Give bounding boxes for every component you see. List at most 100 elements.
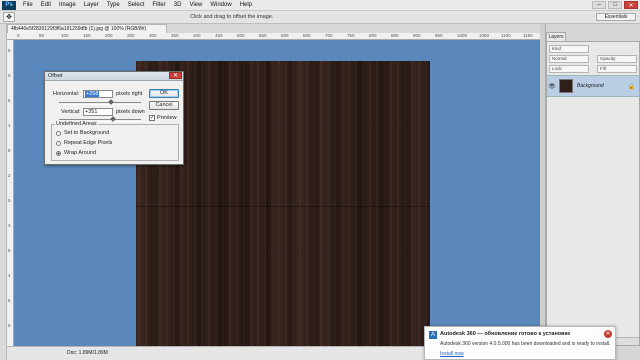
workspace-switcher[interactable]: Essentials [596, 13, 636, 21]
radio-wrap-around[interactable] [56, 151, 61, 156]
preview-label: Preview [157, 115, 177, 121]
notification-body: Autodesk 360 version 4.0.5.000 has been … [440, 341, 611, 347]
ruler-horizontal: 0 50 100 150 200 250 300 350 400 450 500 550 600 650 7… [7, 33, 540, 40]
menu-image[interactable]: Image [55, 2, 80, 8]
ruler-tick-label: 5 [8, 148, 11, 153]
dialog-close-button[interactable]: ✕ [169, 72, 182, 79]
ruler-tick-label: 1000 [457, 33, 468, 38]
ruler-tick-label: 1150 [523, 33, 533, 38]
undefined-areas-group: Undefined Areas Set to Background Repeat… [51, 121, 179, 161]
ruler-tick-label: 50 [39, 33, 45, 38]
fill-field[interactable]: Fill: [597, 65, 637, 73]
options-bar: ✥ Click and drag to offset the image. Es… [0, 11, 640, 24]
layer-name: Background [577, 83, 604, 89]
ruler-tick-label: 850 [391, 33, 399, 38]
menu-edit[interactable]: Edit [37, 2, 55, 8]
layers-panel: Kind Normal Opacity: Lock: Fill: 👁 Backg… [546, 41, 640, 346]
update-notification: A Autodesk 360 — обновление готово к уст… [424, 326, 616, 360]
ruler-tick-label: 1050 [479, 33, 490, 38]
options-hint: Click and drag to offset the image. [190, 14, 274, 20]
ruler-tick-label: 0 [17, 33, 20, 38]
horizontal-slider[interactable] [59, 99, 141, 105]
ruler-tick-label: 550 [259, 33, 267, 38]
vertical-label: Vertical: [61, 109, 81, 115]
ruler-tick-label: 2 [8, 173, 11, 178]
ruler-tick-label: 500 [237, 33, 245, 38]
ruler-tick-label: 100 [61, 33, 69, 38]
layer-row-background[interactable]: 👁 Background 🔒 [547, 75, 639, 97]
toolbox[interactable] [0, 24, 7, 360]
minimize-button[interactable]: – [592, 1, 606, 9]
cancel-button[interactable]: Cancel [149, 101, 179, 110]
ruler-tick-label: 350 [171, 33, 179, 38]
notification-close-button[interactable]: ✕ [604, 330, 612, 338]
radio-repeat-edge-pixels[interactable] [56, 141, 61, 146]
offset-dialog: Offset ✕ Horizontal: +258 pixels right V… [44, 71, 184, 165]
ruler-tick-label: 400 [193, 33, 201, 38]
layer-filter-kind[interactable]: Kind [549, 45, 589, 53]
ruler-tick-label: 950 [435, 33, 443, 38]
ruler-tick-label: 5 [8, 298, 11, 303]
menu-view[interactable]: View [185, 2, 206, 8]
ruler-tick-label: 300 [149, 33, 157, 38]
doc-size-status: Doc: 1.89M/1.89M [67, 350, 108, 356]
tab-layers[interactable]: Layers [546, 32, 566, 41]
move-tool-icon[interactable]: ✥ [3, 12, 15, 22]
maximize-button[interactable]: □ [608, 1, 622, 9]
layer-thumbnail [559, 79, 573, 93]
menu-layer[interactable]: Layer [80, 2, 103, 8]
ruler-tick-label: 600 [281, 33, 289, 38]
ruler-tick-label: 250 [127, 33, 135, 38]
ruler-tick-label: 200 [105, 33, 113, 38]
radio-set-to-background[interactable] [56, 131, 61, 136]
ruler-tick-label: 450 [215, 33, 223, 38]
ruler-tick-label: 700 [325, 33, 333, 38]
menu-file[interactable]: File [19, 2, 37, 8]
blend-mode-select[interactable]: Normal [549, 55, 589, 63]
ruler-tick-label: 5 [8, 98, 11, 103]
horizontal-unit: pixels right [116, 91, 143, 97]
menu-3d[interactable]: 3D [170, 2, 186, 8]
horizontal-label: Horizontal: [53, 91, 80, 97]
menu-select[interactable]: Select [124, 2, 149, 8]
autodesk-icon: A [429, 331, 437, 339]
window-controls: – □ ✕ [592, 1, 638, 9]
ruler-tick-label: 0 [8, 73, 11, 78]
lock-icon: 🔒 [627, 83, 635, 90]
lock-options[interactable]: Lock: [549, 65, 589, 73]
undefined-areas-title: Undefined Areas [55, 121, 98, 127]
menu-type[interactable]: Type [103, 2, 124, 8]
ruler-tick-label: 1 [8, 123, 11, 128]
ruler-tick-label: 5 [8, 323, 11, 328]
ruler-tick-label: 650 [303, 33, 311, 38]
dialog-title: Offset [48, 73, 63, 79]
ruler-vertical: 5 0 5 1 5 2 5 3 5 4 5 5 [7, 40, 14, 346]
ruler-tick-label: 5 [8, 48, 11, 53]
document-tab[interactable]: 4fb440e5f2830129f3f6a191259dfb (1).jpg @… [7, 24, 167, 33]
horizontal-slider-thumb[interactable] [108, 99, 114, 105]
install-now-link[interactable]: Install now [440, 351, 464, 357]
horizontal-input[interactable]: +258 [83, 90, 113, 98]
preview-checkbox[interactable]: ✓ [149, 115, 155, 121]
radio-label-set-to-background: Set to Background [64, 130, 110, 136]
radio-label-repeat-edge-pixels: Repeat Edge Pixels [64, 140, 113, 146]
dialog-titlebar[interactable]: Offset ✕ [45, 72, 183, 81]
ruler-tick-label: 4 [8, 273, 11, 278]
ruler-tick-label: 5 [8, 198, 11, 203]
menu-window[interactable]: Window [206, 2, 235, 8]
menu-filter[interactable]: Filter [148, 2, 169, 8]
menu-help[interactable]: Help [236, 2, 256, 8]
visibility-eye-icon[interactable]: 👁 [547, 83, 557, 90]
notification-title: Autodesk 360 — обновление готово к устан… [440, 331, 571, 337]
opacity-field[interactable]: Opacity: [597, 55, 637, 63]
ruler-tick-label: 150 [83, 33, 91, 38]
vertical-input[interactable]: +351 [83, 108, 113, 116]
vertical-slider-thumb[interactable] [110, 116, 116, 122]
ruler-tick-label: 900 [413, 33, 421, 38]
close-window-button[interactable]: ✕ [624, 1, 638, 9]
ok-button[interactable]: OK [149, 89, 179, 98]
ruler-tick-label: 1100 [501, 33, 511, 38]
radio-label-wrap-around: Wrap Around [64, 150, 97, 156]
ruler-tick-label: 5 [8, 248, 11, 253]
ruler-tick-label: 750 [347, 33, 355, 38]
